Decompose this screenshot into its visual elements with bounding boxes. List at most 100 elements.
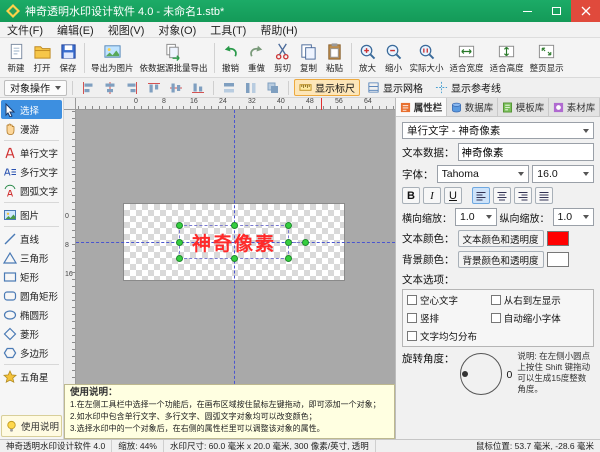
tool-select[interactable]: 选择 <box>1 100 62 119</box>
menu-object[interactable]: 对象(O) <box>151 21 203 39</box>
tool-ellipse[interactable]: 椭圆形 <box>1 305 62 324</box>
option-vertical[interactable]: 竖排 <box>407 311 491 325</box>
menu-view[interactable]: 视图(V) <box>101 21 152 39</box>
tool-pan[interactable]: 漫游 <box>1 119 62 138</box>
close-button[interactable] <box>571 0 600 22</box>
tool-arc-text[interactable]: 圆弧文字 <box>1 181 62 200</box>
tool-single-text[interactable]: 单行文字 <box>1 143 62 162</box>
bg-color-swatch[interactable] <box>547 252 569 267</box>
selection-handle-w[interactable] <box>176 239 183 246</box>
show-guides-toggle[interactable]: 显示参考线 <box>430 79 506 96</box>
paste-button[interactable]: 粘贴 <box>322 39 348 76</box>
object-operations-dropdown[interactable]: 对象操作 <box>4 80 67 96</box>
copy-button[interactable]: 复制 <box>296 39 322 76</box>
text-data-input[interactable] <box>458 143 595 161</box>
tab-database[interactable]: 数据库 <box>447 98 498 116</box>
rotation-dial-dot[interactable] <box>462 371 468 377</box>
new-button[interactable]: 新建 <box>3 39 29 76</box>
italic-button[interactable]: I <box>423 187 441 204</box>
fit-height-button[interactable]: 适合高度 <box>487 39 527 76</box>
align-hcenter-button[interactable] <box>100 79 120 96</box>
undo-button[interactable]: 撤销 <box>218 39 244 76</box>
zoom-out-button[interactable]: 缩小 <box>381 39 407 76</box>
text-align-center-button[interactable] <box>493 187 511 204</box>
same-height-button[interactable] <box>241 79 261 96</box>
selection-box[interactable]: 神奇像素 <box>179 225 289 259</box>
align-left-button[interactable] <box>78 79 98 96</box>
tab-templates[interactable]: 模板库 <box>498 98 549 116</box>
align-vcenter-button[interactable] <box>166 79 186 96</box>
usage-help-button[interactable]: 使用说明 <box>1 415 62 437</box>
minimize-button[interactable] <box>513 0 542 22</box>
vscale-select[interactable]: 1.0 <box>553 208 595 226</box>
text-color-swatch[interactable] <box>547 231 569 246</box>
show-ruler-toggle[interactable]: 显示标尺 <box>294 79 360 96</box>
selection-handle-e[interactable] <box>285 239 292 246</box>
menu-help[interactable]: 帮助(H) <box>253 21 304 39</box>
text-align-right-button[interactable] <box>514 187 532 204</box>
font-family-select[interactable]: Tahoma <box>437 165 530 183</box>
align-top-button[interactable] <box>144 79 164 96</box>
option-right-to-left[interactable]: 从右到左显示 <box>491 293 589 307</box>
object-selector-dropdown[interactable]: 单行文字 - 神奇像素 <box>402 122 594 139</box>
save-button[interactable]: 保存 <box>55 39 81 76</box>
option-even-distribution[interactable]: 文字均匀分布 <box>407 329 491 343</box>
tool-multi-text[interactable]: 多行文字 <box>1 162 62 181</box>
object-toolbar: 对象操作 显示标尺 显示网格 显示参考线 <box>0 78 600 98</box>
tool-polygon[interactable]: 多边形 <box>1 343 62 362</box>
bg-color-button[interactable]: 背景颜色和透明度 <box>458 251 544 268</box>
underline-button[interactable]: U <box>444 187 462 204</box>
tool-rectangle[interactable]: 矩形 <box>1 267 62 286</box>
tool-rounded-rectangle[interactable]: 圆角矩形 <box>1 286 62 305</box>
font-size-select[interactable]: 16.0 <box>532 165 594 183</box>
selection-handle-s[interactable] <box>231 255 238 262</box>
text-align-left-button[interactable] <box>472 187 490 204</box>
selection-handle-sw[interactable] <box>176 255 183 262</box>
properties-panel: 单行文字 - 神奇像素 文本数据： 字体： Tahoma 16.0 <box>396 117 600 399</box>
open-button[interactable]: 打开 <box>29 39 55 76</box>
tool-diamond[interactable]: 菱形 <box>1 324 62 343</box>
align-bottom-button[interactable] <box>188 79 208 96</box>
watermark-text[interactable]: 神奇像素 <box>180 226 288 258</box>
selection-handle-nw[interactable] <box>176 222 183 229</box>
selection-handle-se[interactable] <box>285 255 292 262</box>
zoom-in-button[interactable]: 放大 <box>355 39 381 76</box>
batch-export-button[interactable]: 依数据源批量导出 <box>137 39 211 76</box>
text-color-button[interactable]: 文本颜色和透明度 <box>458 230 544 247</box>
tool-image[interactable]: 图片 <box>1 205 62 224</box>
menu-tools[interactable]: 工具(T) <box>203 21 253 39</box>
new-file-icon <box>7 42 26 61</box>
cut-button[interactable]: 剪切 <box>270 39 296 76</box>
tab-materials[interactable]: 素材库 <box>549 98 600 116</box>
selection-handle-ne[interactable] <box>285 222 292 229</box>
option-hollow-text[interactable]: 空心文字 <box>407 293 491 307</box>
export-image-button[interactable]: 导出为图片 <box>88 39 137 76</box>
selection-handle-n[interactable] <box>231 222 238 229</box>
show-grid-toggle[interactable]: 显示网格 <box>362 79 428 96</box>
align-right-button[interactable] <box>122 79 142 96</box>
help-title: 使用说明： <box>70 387 389 399</box>
rotation-handle[interactable] <box>302 239 309 246</box>
align-right-icon <box>125 81 139 95</box>
tab-properties[interactable]: 属性栏 <box>396 98 447 116</box>
tool-star[interactable]: 五角星 <box>1 367 62 386</box>
fit-width-button[interactable]: 适合宽度 <box>447 39 487 76</box>
same-width-button[interactable] <box>219 79 239 96</box>
maximize-button[interactable] <box>542 0 571 22</box>
canvas-area[interactable]: 0 8 16 24 32 40 48 56 64 0 8 16 <box>64 98 395 439</box>
option-auto-shrink[interactable]: 自动缩小字体 <box>491 311 589 325</box>
redo-button[interactable]: 重做 <box>244 39 270 76</box>
rotation-dial[interactable] <box>460 353 502 395</box>
same-size-button[interactable] <box>263 79 283 96</box>
hscale-select[interactable]: 1.0 <box>455 208 497 226</box>
fit-page-button[interactable]: 整页显示 <box>527 39 567 76</box>
same-width-icon <box>222 81 236 95</box>
tool-triangle[interactable]: 三角形 <box>1 248 62 267</box>
menu-file[interactable]: 文件(F) <box>0 21 50 39</box>
bold-button[interactable]: B <box>402 187 420 204</box>
text-align-justify-button[interactable] <box>535 187 553 204</box>
actual-size-button[interactable]: 实际大小 <box>407 39 447 76</box>
tool-line[interactable]: 直线 <box>1 229 62 248</box>
fit-page-icon <box>537 42 556 61</box>
menu-edit[interactable]: 编辑(E) <box>50 21 101 39</box>
